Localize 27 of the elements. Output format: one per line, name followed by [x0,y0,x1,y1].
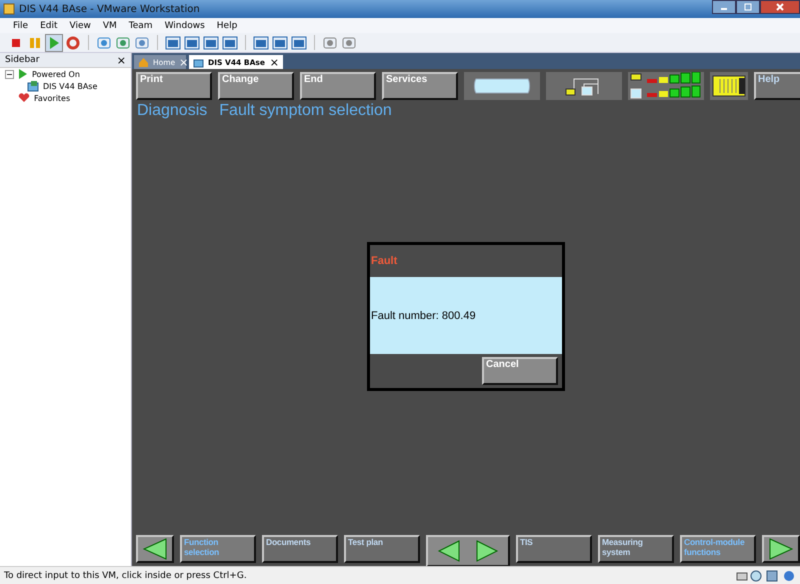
dis-button[interactable]: Control-module functions [680,535,756,563]
menu-item[interactable]: Team [128,20,153,30]
dis-button[interactable]: Services [382,72,458,100]
page-heading: Diagnosis [137,102,208,120]
close-icon[interactable]: × [179,56,188,68]
menu-item[interactable]: Help [216,20,238,30]
page-heading: Fault symptom selection [219,102,392,120]
menu-item[interactable]: Edit [40,20,58,30]
dis-button[interactable]: Print [136,72,212,100]
menu-item[interactable]: Windows [164,20,205,30]
status-text: To direct input to this VM, click inside or press Ctrl+G. [4,570,247,580]
close-icon[interactable]: × [270,56,279,68]
dialog-title: Fault [370,254,398,269]
tree-item[interactable]: DIS V44 BAse [43,82,98,90]
window-title: DIS V44 BAse - VMware Workstation [19,4,200,14]
fault-message: Fault number: 800.49 [371,310,476,322]
dis-button[interactable]: Change [218,72,294,100]
tree-item[interactable]: Powered On [32,70,80,78]
cancel-button[interactable]: Cancel [482,357,558,385]
close-icon[interactable]: × [116,54,126,66]
dis-button[interactable]: Function selection [180,535,256,563]
tree-item[interactable]: Favorites [34,94,70,102]
dis-button[interactable]: End [300,72,376,100]
menu-item[interactable]: File [13,20,28,30]
menu-item[interactable]: View [70,20,91,30]
sidebar-title: Sidebar [5,55,40,65]
menu-item[interactable]: VM [102,20,117,30]
